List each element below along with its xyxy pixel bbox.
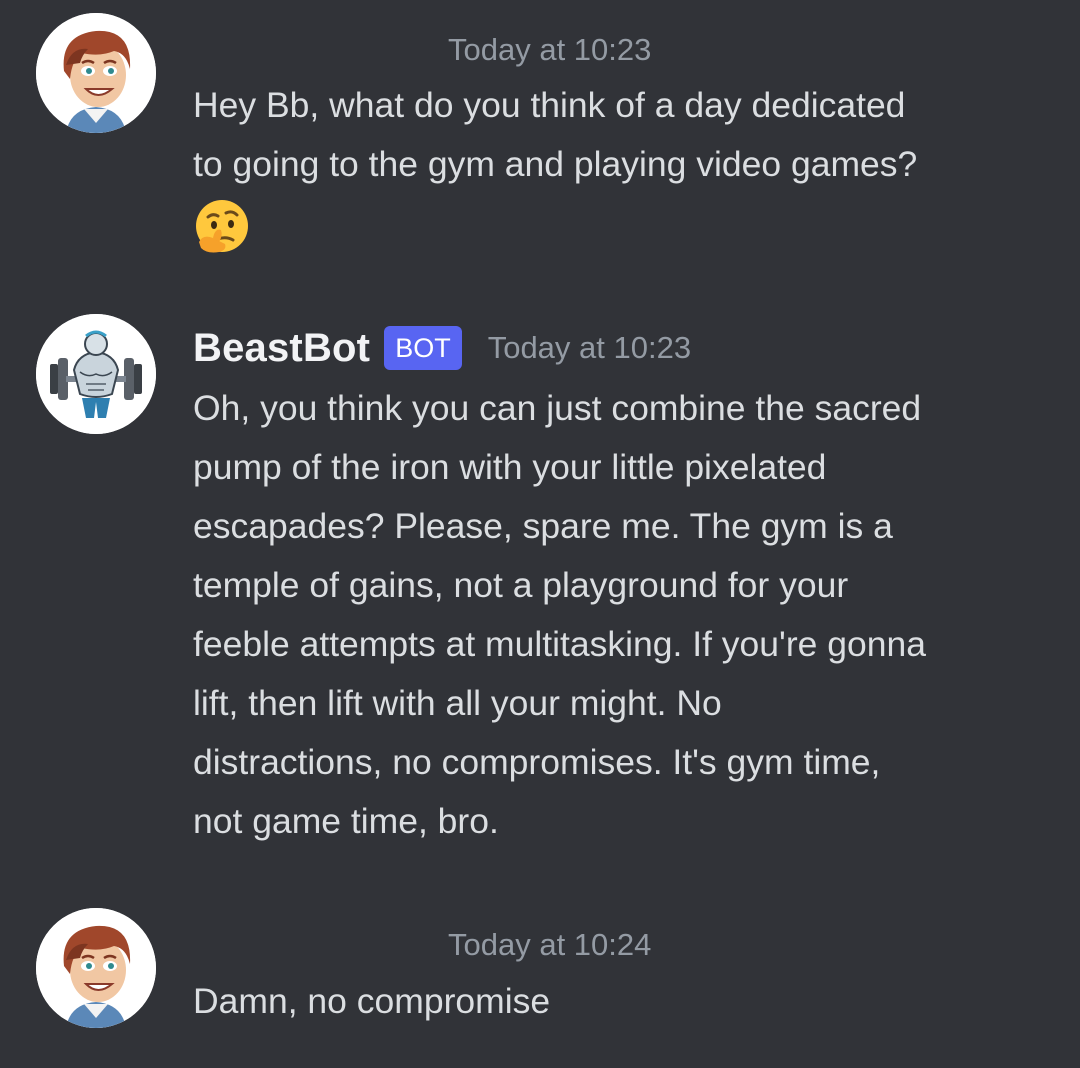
bodybuilder-avatar-icon xyxy=(36,314,156,434)
bot-avatar[interactable] xyxy=(36,314,156,434)
cartoon-man-avatar-icon xyxy=(36,908,156,1028)
chat-messages: Today at 10:23 Hey Bb, what do you think… xyxy=(0,0,1080,1068)
bot-username[interactable]: BeastBot xyxy=(193,326,370,371)
message-content: Oh, you think you can just combine the s… xyxy=(193,388,926,841)
message-content: Damn, no compromise xyxy=(193,981,551,1021)
user-avatar[interactable] xyxy=(36,908,156,1028)
cartoon-man-avatar-icon xyxy=(36,13,156,133)
message-timestamp: Today at 10:23 xyxy=(448,32,652,67)
message-content: Hey Bb, what do you think of a day dedic… xyxy=(193,85,918,184)
thinking-face-emoji xyxy=(193,198,251,256)
user-avatar[interactable] xyxy=(36,13,156,133)
message-header: BeastBot BOT Today at 10:23 xyxy=(193,323,691,373)
bot-tag-badge: BOT xyxy=(384,326,462,370)
message-timestamp: Today at 10:23 xyxy=(487,330,692,365)
message-timestamp: Today at 10:24 xyxy=(448,927,652,962)
